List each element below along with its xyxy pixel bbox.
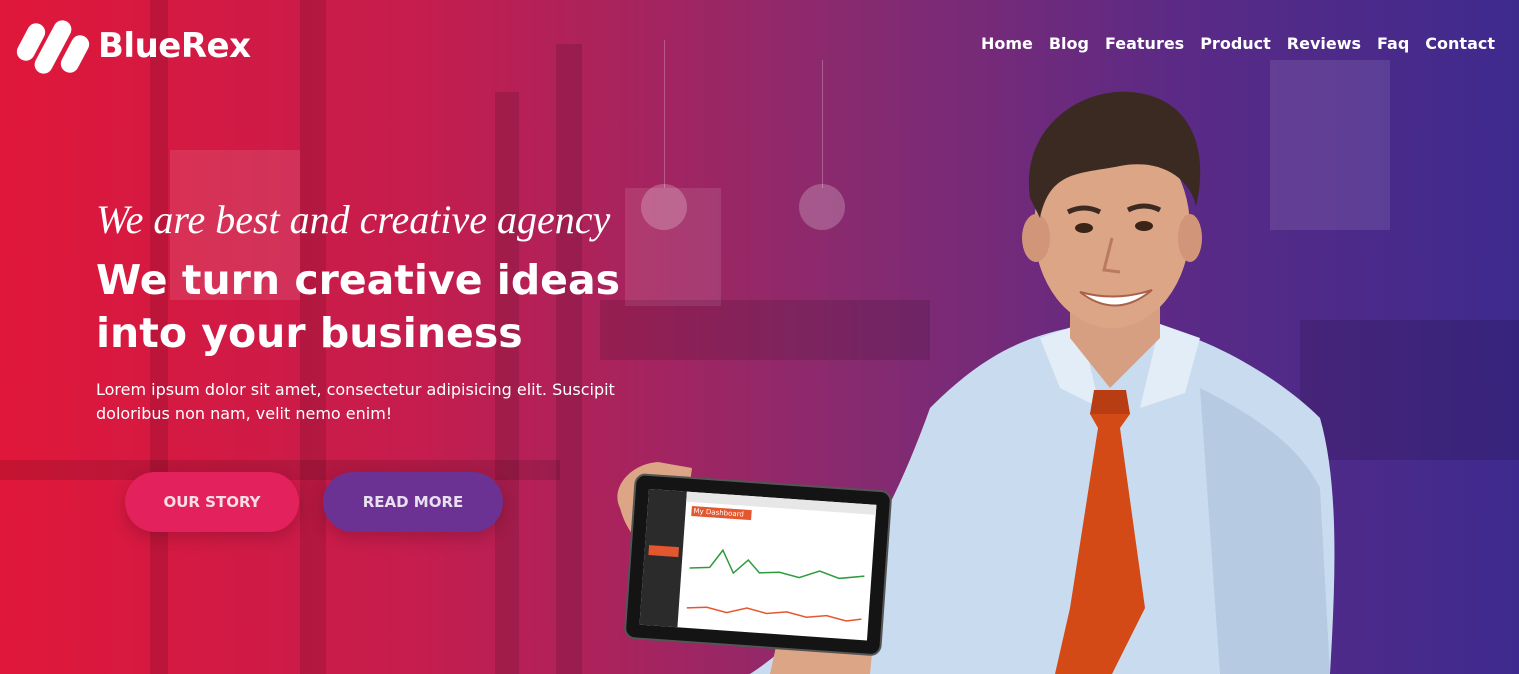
ear-right <box>1178 214 1202 262</box>
nav-item-faq[interactable]: Faq <box>1377 34 1409 53</box>
hero-section: BlueRex Home Blog Features Product Revie… <box>0 0 1519 674</box>
tie-knot <box>1090 390 1130 414</box>
nav-item-contact[interactable]: Contact <box>1425 34 1495 53</box>
nav-item-home[interactable]: Home <box>981 34 1033 53</box>
brand-stripes-icon <box>13 14 93 78</box>
eye-left <box>1075 223 1093 233</box>
nav-item-blog[interactable]: Blog <box>1049 34 1089 53</box>
eye-right <box>1135 221 1153 231</box>
hero-headline-line2: into your business <box>96 309 523 357</box>
nav-item-product[interactable]: Product <box>1200 34 1271 53</box>
read-more-button[interactable]: READ MORE <box>323 472 503 532</box>
hero-lead: Lorem ipsum dolor sit amet, consectetur … <box>96 380 615 423</box>
our-story-button[interactable]: OUR STORY <box>125 472 299 532</box>
tablet: My Dashboard <box>624 473 892 656</box>
hero-tagline: We are best and creative agency <box>96 197 611 242</box>
nav-item-features[interactable]: Features <box>1105 34 1184 53</box>
brand-logo[interactable]: BlueRex <box>13 14 251 78</box>
main-nav: Home Blog Features Product Reviews Faq C… <box>981 34 1495 53</box>
businessman-illustration: My Dashboard <box>617 91 1335 674</box>
brand-name: BlueRex <box>98 26 251 66</box>
ear-left <box>1022 214 1050 262</box>
hero-headline: We turn creative ideas into your busines… <box>96 254 620 360</box>
nav-item-reviews[interactable]: Reviews <box>1287 34 1361 53</box>
screen-side-item <box>648 545 680 558</box>
hero-headline-line1: We turn creative ideas <box>96 256 621 304</box>
